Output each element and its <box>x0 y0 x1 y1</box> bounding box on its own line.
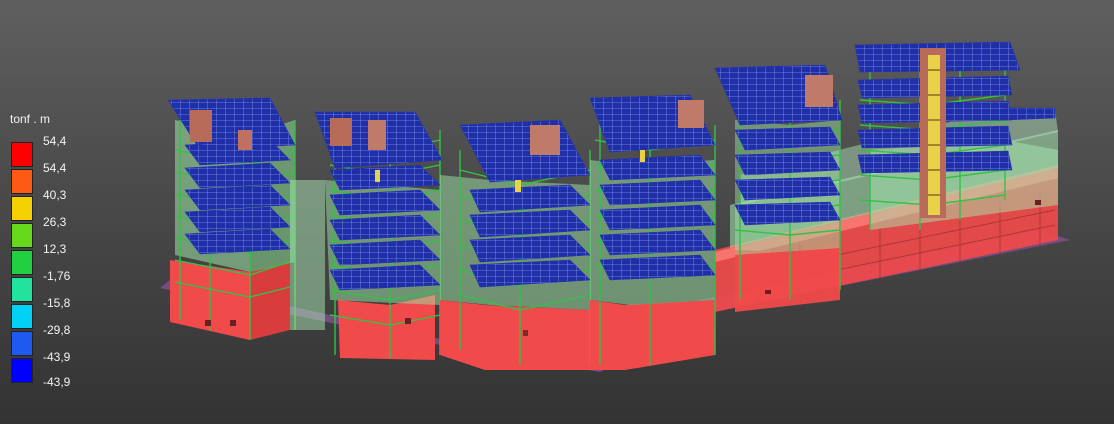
legend-label-2: 54,4 <box>43 161 67 175</box>
legend-label-1: 54,4 <box>43 134 67 148</box>
tower-1 <box>167 97 325 340</box>
legend-swatch-9 <box>11 358 33 383</box>
legend-label-8: -29,8 <box>43 323 71 337</box>
legend-swatch-3 <box>11 196 33 221</box>
legend-label-3: 40,3 <box>43 188 67 202</box>
legend-swatch-4 <box>11 223 33 248</box>
legend-label-7: -15,8 <box>43 296 71 310</box>
legend-label-10: -43,9 <box>43 375 71 389</box>
legend-swatch-5 <box>11 250 33 275</box>
legend-unit-label: tonf . m <box>10 112 51 126</box>
legend-swatch-7 <box>11 304 33 329</box>
legend-label-6: -1,76 <box>43 269 71 283</box>
legend-label-4: 26,3 <box>43 215 67 229</box>
legend-label-5: 12,3 <box>43 242 67 256</box>
legend-swatch-6 <box>11 277 33 302</box>
legend-label-9: -43,9 <box>43 350 71 364</box>
tower-3 <box>440 119 591 370</box>
legend-swatch-1 <box>11 142 33 167</box>
legend-swatch-8 <box>11 331 33 356</box>
tower-4 <box>589 94 716 370</box>
structural-model-viewport[interactable] <box>0 0 1114 424</box>
legend-swatch-2 <box>11 169 33 194</box>
